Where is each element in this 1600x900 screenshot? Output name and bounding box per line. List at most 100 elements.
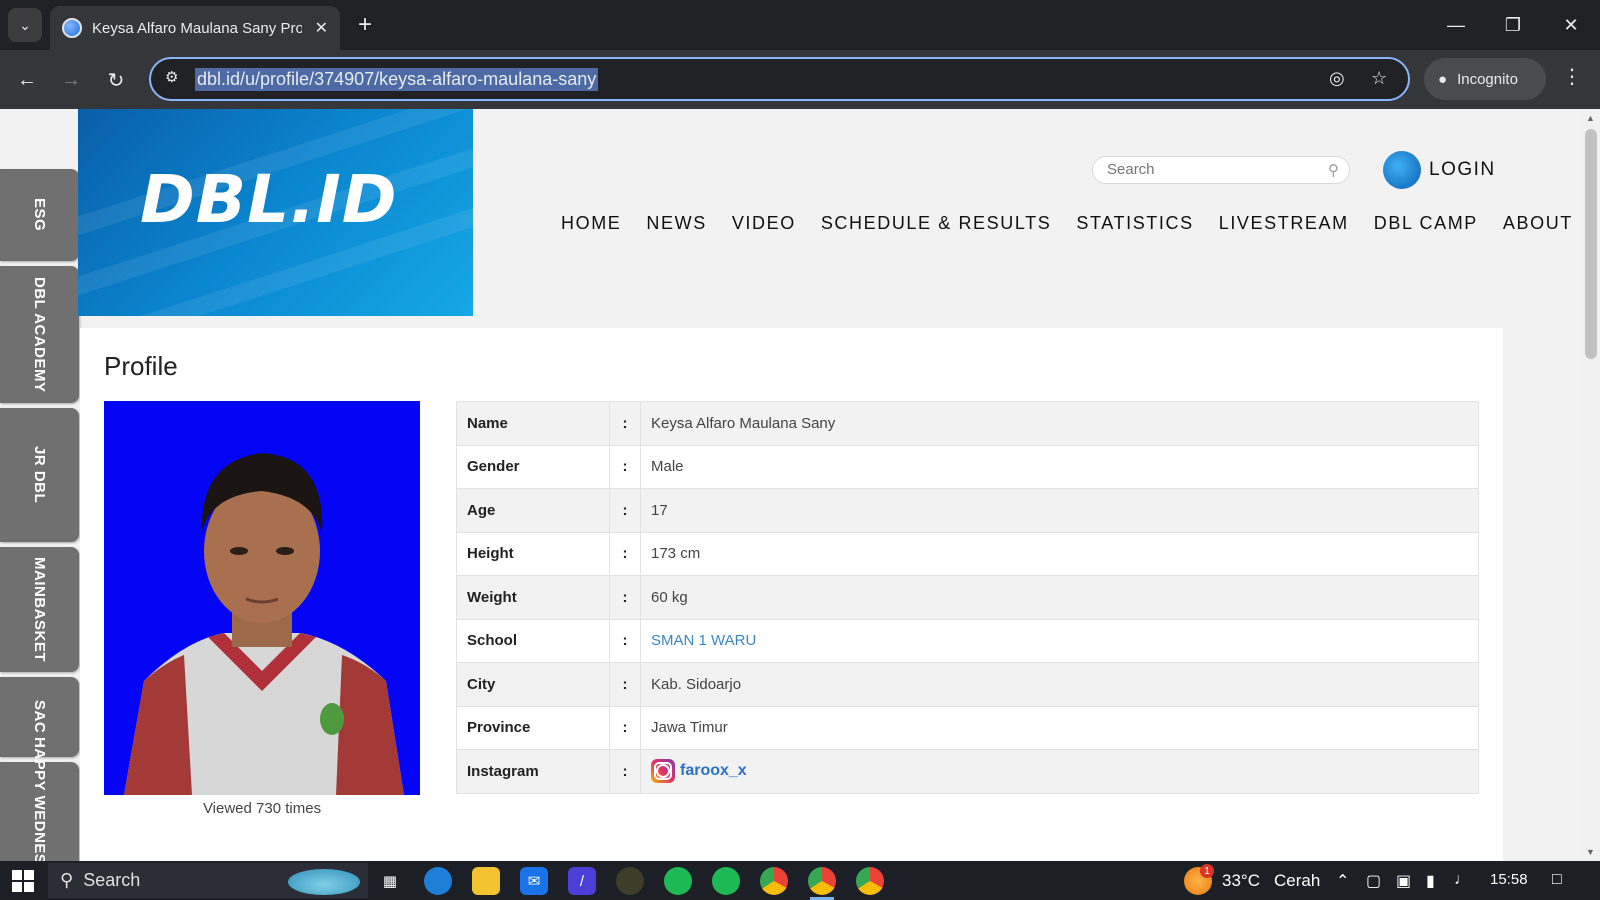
nav-about[interactable]: ABOUT [1503, 213, 1573, 234]
side-tab-mainbasket[interactable]: MAINBASKET [0, 547, 79, 672]
eye-slash-icon[interactable]: ◎ [1329, 68, 1345, 89]
browser-tab[interactable]: Keysa Alfaro Maulana Sany Prof ✕ [50, 6, 340, 50]
side-tab-esg[interactable]: ESG [0, 169, 79, 261]
file-explorer-icon[interactable] [472, 867, 500, 895]
weather-temp[interactable]: 33°C [1222, 871, 1260, 891]
nav-livestream[interactable]: LIVESTREAM [1219, 213, 1349, 234]
pen-app-icon[interactable]: / [568, 867, 596, 895]
row-separator: : [609, 618, 641, 663]
site-logo: DBL.ID [140, 161, 398, 238]
notification-icon[interactable]: □ [1552, 871, 1562, 889]
star-icon[interactable]: ☆ [1371, 68, 1387, 89]
meet-icon[interactable]: ▢ [1366, 871, 1381, 891]
instagram-icon [651, 759, 675, 784]
row-separator: : [609, 749, 641, 794]
row-value: 60 kg [640, 575, 1479, 620]
scroll-up-icon[interactable]: ▲ [1586, 113, 1595, 123]
window-close-icon[interactable]: ✕ [1551, 8, 1591, 42]
browser-tab-bar: ⌄ Keysa Alfaro Maulana Sany Prof ✕ + — ❐… [0, 0, 1600, 50]
edge-icon[interactable] [424, 867, 452, 895]
row-separator: : [609, 531, 641, 576]
weather-badge: 1 [1200, 864, 1214, 878]
search-icon[interactable]: ⚲ [1328, 161, 1339, 179]
row-separator: : [609, 662, 641, 707]
table-row: Instagram : faroox_x [456, 749, 1479, 794]
clock[interactable]: 15:58 [1490, 871, 1528, 888]
page-viewport: ESG DBL ACADEMY JR DBL MAINBASKET SAC HA… [0, 109, 1600, 861]
page-title: Profile [104, 351, 178, 381]
scroll-thumb[interactable] [1585, 129, 1597, 359]
kebab-menu-icon[interactable]: ⋮ [1562, 64, 1582, 89]
row-separator: : [609, 575, 641, 620]
mail-icon[interactable]: ✉ [520, 867, 548, 895]
row-separator: : [609, 444, 641, 489]
nav-statistics[interactable]: STATISTICS [1076, 213, 1193, 234]
incognito-indicator[interactable]: ● Incognito [1424, 58, 1546, 100]
nav-dbl-camp[interactable]: DBL CAMP [1374, 213, 1478, 234]
chrome-active-icon[interactable] [808, 867, 836, 900]
row-value: 17 [640, 488, 1479, 533]
network-icon[interactable]: ▣ [1396, 871, 1411, 891]
school-link[interactable]: SMAN 1 WARU [651, 632, 756, 649]
nav-video[interactable]: VIDEO [732, 213, 796, 234]
table-row: Age : 17 [456, 488, 1479, 533]
nav-news[interactable]: NEWS [646, 213, 706, 234]
task-view-icon[interactable]: ▦ [376, 867, 404, 895]
site-search[interactable]: ⚲ [1092, 156, 1350, 184]
row-label: Age [456, 488, 610, 533]
tab-title: Keysa Alfaro Maulana Sany Prof [92, 19, 302, 37]
restore-icon[interactable]: ❐ [1493, 8, 1533, 42]
instagram-handle[interactable]: faroox_x [680, 762, 747, 780]
minimize-icon[interactable]: — [1436, 8, 1476, 42]
side-tab-happy-wednesday[interactable]: HAPPY WEDNESDAY [0, 737, 79, 861]
taskbar-search-label: Search [83, 870, 141, 890]
chrome-icon[interactable] [760, 867, 788, 895]
profile-photo [104, 401, 420, 795]
table-row: Height : 173 cm [456, 531, 1479, 576]
row-label: Name [456, 401, 610, 446]
address-bar[interactable]: ⚙ dbl.id/u/profile/374907/keysa-alfaro-m… [149, 57, 1410, 101]
row-label: Height [456, 531, 610, 576]
row-separator: : [609, 401, 641, 446]
table-row: Weight : 60 kg [456, 575, 1479, 620]
spotify-icon[interactable] [664, 867, 692, 895]
new-tab-button[interactable]: + [352, 11, 378, 38]
windows-start-icon[interactable] [12, 870, 34, 892]
site-info-icon[interactable]: ⚙ [165, 68, 178, 86]
side-tab-label: MAINBASKET [31, 557, 48, 662]
url-text[interactable]: dbl.id/u/profile/374907/keysa-alfaro-mau… [195, 68, 599, 91]
page-scrollbar[interactable]: ▲ ▼ [1582, 109, 1600, 861]
close-icon[interactable]: ✕ [315, 18, 328, 38]
back-arrow-icon[interactable]: ← [11, 64, 43, 96]
row-label: Weight [456, 575, 610, 620]
logo-banner[interactable]: DBL.ID [78, 109, 473, 316]
row-separator: : [609, 488, 641, 533]
login-button[interactable]: LOGIN [1383, 151, 1496, 189]
taskbar-search[interactable]: ⚲ Search [48, 863, 368, 898]
side-tab-label: ESG [31, 198, 48, 232]
battery-icon[interactable]: ▮ [1426, 871, 1435, 891]
tab-search-button[interactable]: ⌄ [8, 8, 42, 42]
volume-icon[interactable]: ♩ [1454, 871, 1470, 889]
spotify-icon[interactable] [712, 867, 740, 895]
row-label: City [456, 662, 610, 707]
nav-schedule-results[interactable]: SCHEDULE & RESULTS [821, 213, 1052, 234]
chrome-icon[interactable] [856, 867, 884, 895]
view-count: Viewed 730 times [202, 800, 322, 817]
side-tab-dbl-academy[interactable]: DBL ACADEMY [0, 266, 79, 403]
game-app-icon[interactable] [616, 867, 644, 895]
scroll-down-icon[interactable]: ▼ [1586, 847, 1595, 857]
table-row: City : Kab. Sidoarjo [456, 662, 1479, 707]
forward-arrow-icon[interactable]: → [55, 64, 87, 96]
reload-icon[interactable]: ↻ [100, 64, 132, 96]
nav-home[interactable]: HOME [561, 213, 621, 234]
search-input[interactable] [1107, 161, 1307, 178]
chevron-up-icon[interactable]: ⌃ [1336, 871, 1349, 891]
row-value: Male [640, 444, 1479, 489]
instagram-link[interactable]: faroox_x [651, 759, 1478, 784]
weather-desc[interactable]: Cerah [1274, 871, 1320, 891]
globe-icon [62, 18, 82, 38]
side-tab-jr-dbl[interactable]: JR DBL [0, 408, 79, 542]
chevron-down-icon: ⌄ [19, 16, 31, 33]
row-value: 173 cm [640, 531, 1479, 576]
